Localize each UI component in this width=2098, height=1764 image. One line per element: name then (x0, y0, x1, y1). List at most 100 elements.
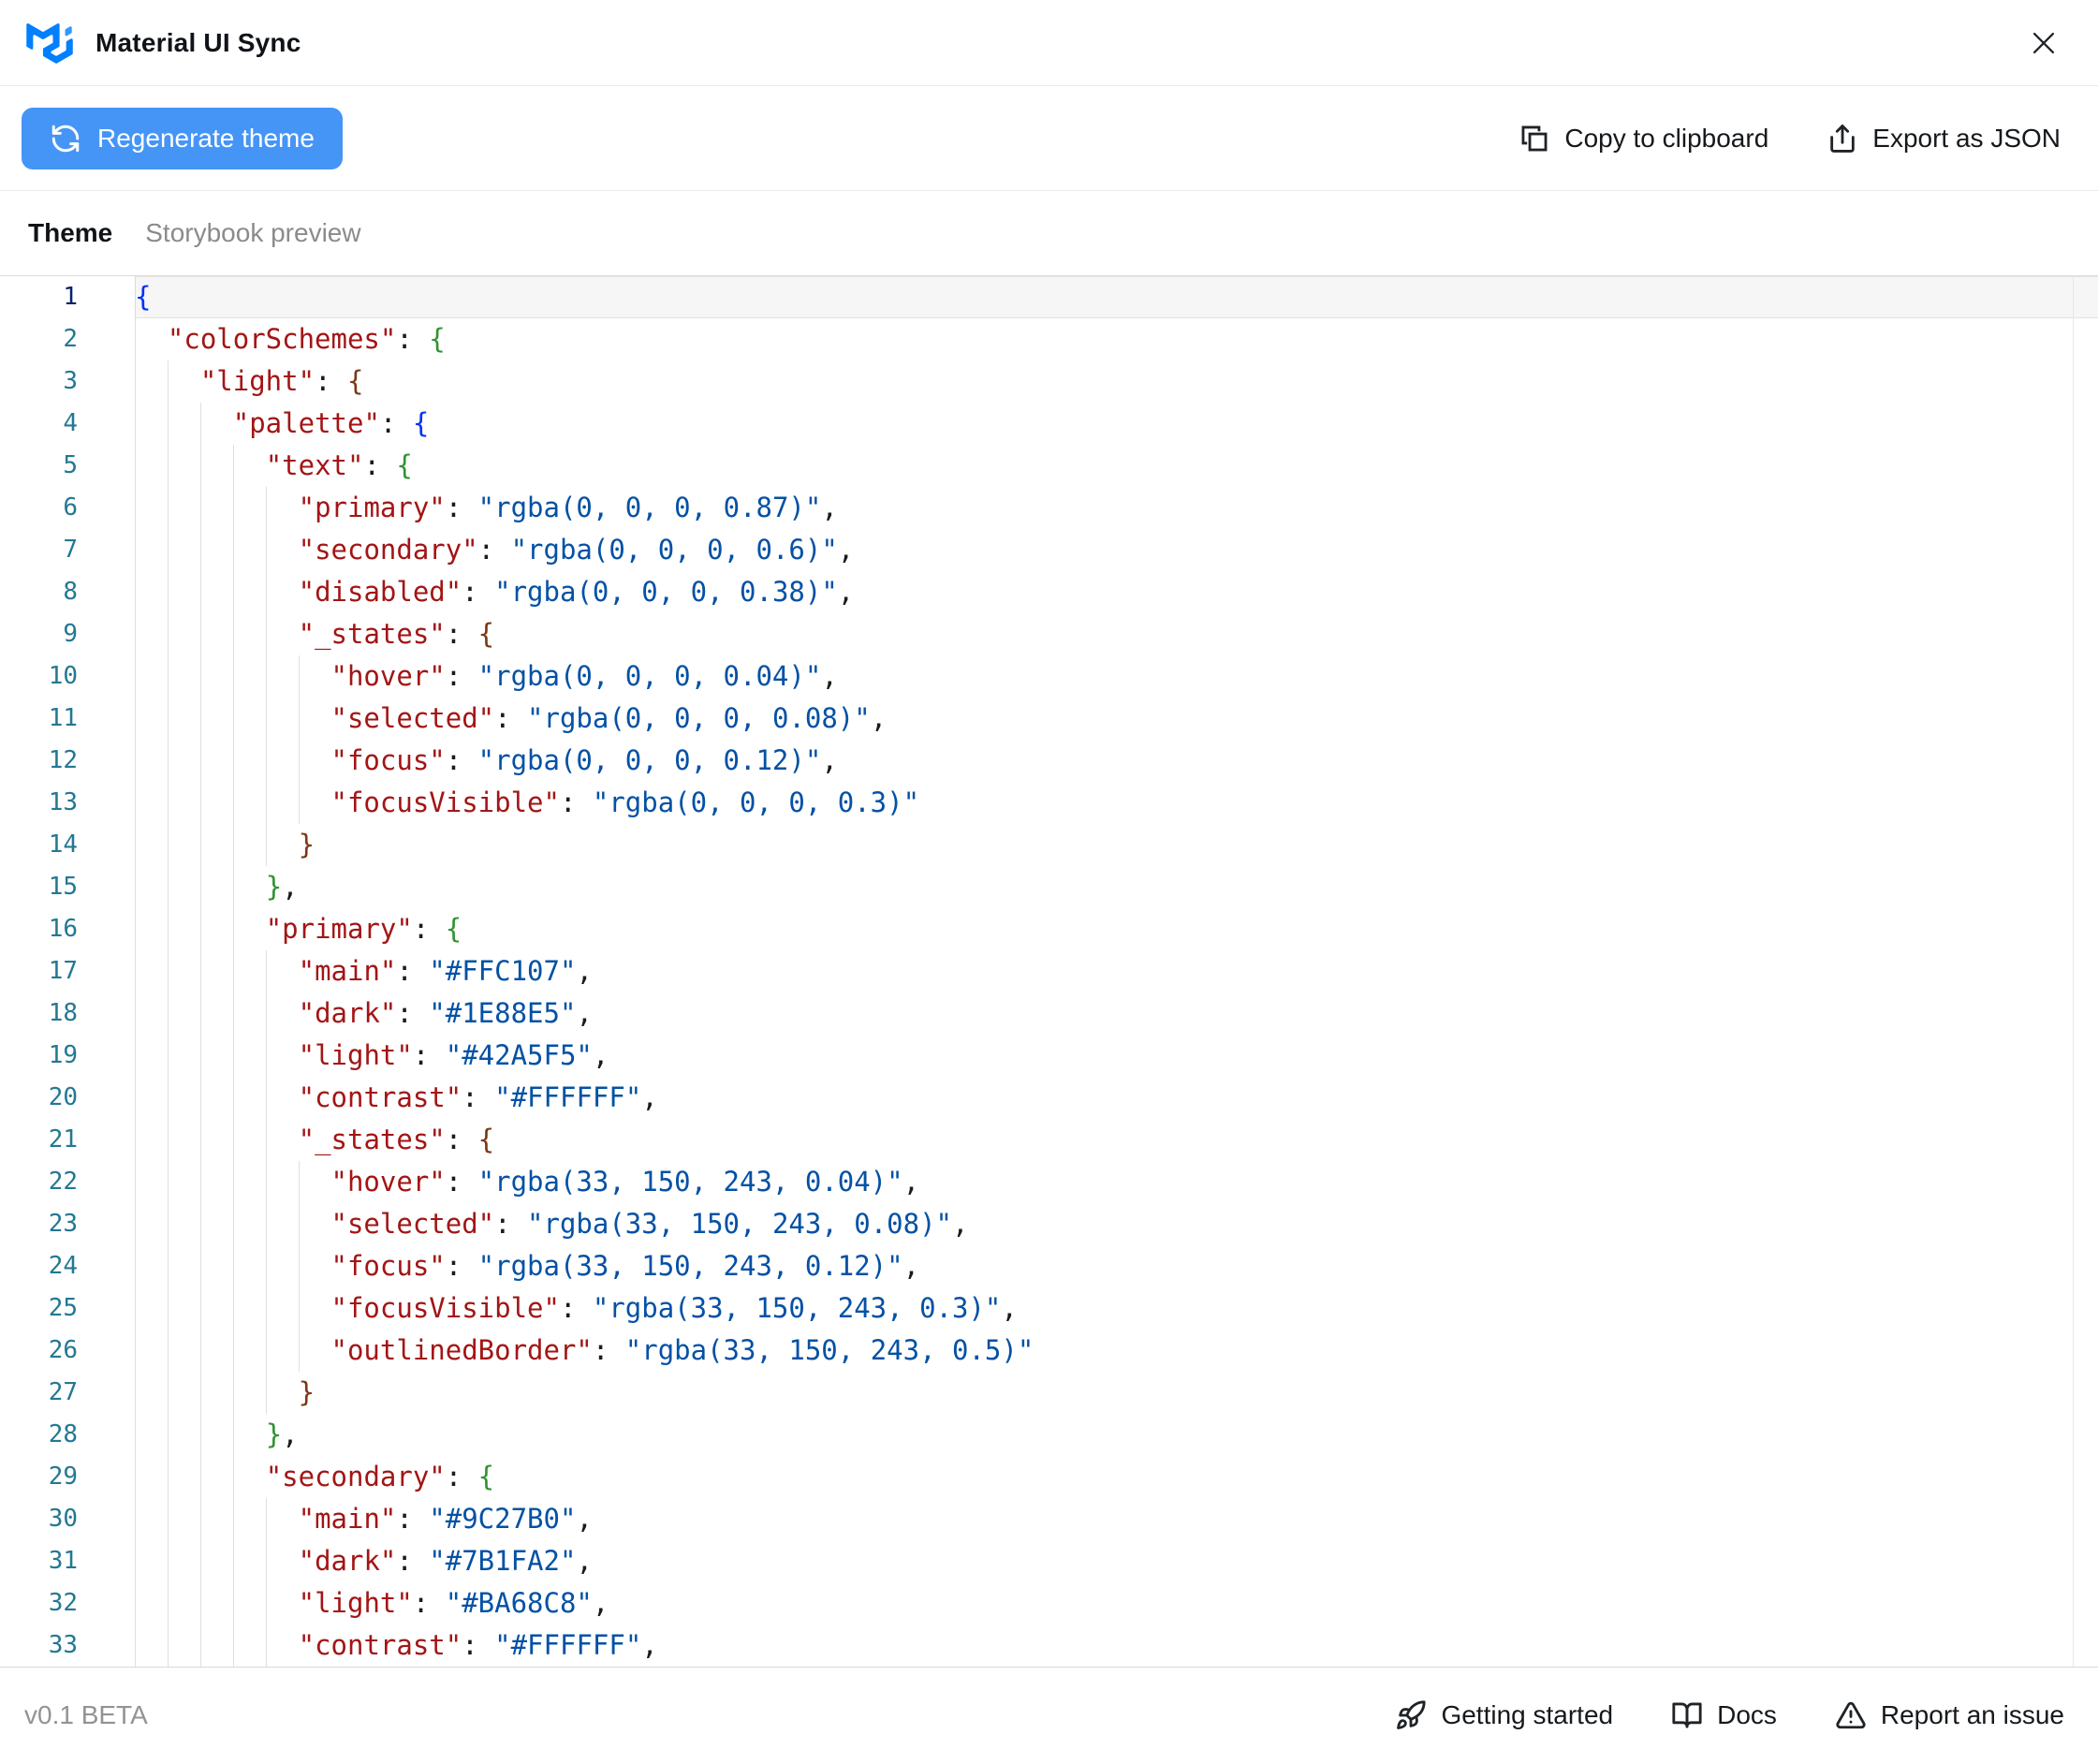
indent-guide (200, 782, 201, 824)
line-number: 21 (0, 1119, 135, 1161)
indent-guide (233, 1077, 234, 1119)
docs-link[interactable]: Docs (1671, 1699, 1777, 1731)
code-editor[interactable]: 1{2 "colorSchemes": {3 "light": {4 "pale… (0, 276, 2098, 1668)
indent-guide (233, 1203, 234, 1245)
code-line[interactable]: 18 "dark": "#1E88E5", (0, 992, 2098, 1035)
code-line[interactable]: 1{ (0, 276, 2098, 318)
code-line[interactable]: 25 "focusVisible": "rgba(33, 150, 243, 0… (0, 1287, 2098, 1330)
code-line[interactable]: 22 "hover": "rgba(33, 150, 243, 0.04)", (0, 1161, 2098, 1203)
code-line[interactable]: 31 "dark": "#7B1FA2", (0, 1540, 2098, 1582)
line-number: 26 (0, 1330, 135, 1372)
indent-guide (200, 1287, 201, 1330)
code-content: "light": "#BA68C8", (135, 1582, 2098, 1624)
code-line[interactable]: 28 }, (0, 1414, 2098, 1456)
code-line[interactable]: 12 "focus": "rgba(0, 0, 0, 0.12)", (0, 740, 2098, 782)
line-number: 10 (0, 655, 135, 698)
indent-guide (200, 1035, 201, 1077)
code-line[interactable]: 15 }, (0, 866, 2098, 908)
copy-to-clipboard-button[interactable]: Copy to clipboard (1518, 123, 1768, 154)
indent-guide (168, 1203, 169, 1245)
indent-guide (299, 1330, 300, 1372)
indent-guide (266, 613, 267, 655)
indent-guide (200, 1456, 201, 1498)
code-content: "primary": "rgba(0, 0, 0, 0.87)", (135, 487, 2098, 529)
indent-guide (135, 1498, 136, 1540)
indent-guide (168, 571, 169, 613)
code-line[interactable]: 10 "hover": "rgba(0, 0, 0, 0.04)", (0, 655, 2098, 698)
indent-guide (233, 950, 234, 992)
indent-guide (135, 318, 136, 360)
code-line[interactable]: 8 "disabled": "rgba(0, 0, 0, 0.38)", (0, 571, 2098, 613)
indent-guide (266, 698, 267, 740)
code-line[interactable]: 21 "_states": { (0, 1119, 2098, 1161)
header: Material UI Sync (0, 0, 2098, 86)
code-content: "light": { (135, 360, 2098, 403)
code-content: "_states": { (135, 613, 2098, 655)
line-number: 27 (0, 1372, 135, 1414)
getting-started-link[interactable]: Getting started (1395, 1699, 1613, 1731)
code-content: "contrast": "#FFFFFF", (135, 1077, 2098, 1119)
code-content: "selected": "rgba(0, 0, 0, 0.08)", (135, 698, 2098, 740)
tab-storybook-preview[interactable]: Storybook preview (145, 218, 360, 248)
line-number: 3 (0, 360, 135, 403)
indent-guide (168, 698, 169, 740)
refresh-icon (50, 123, 81, 154)
indent-guide (135, 908, 136, 950)
indent-guide (168, 487, 169, 529)
code-line[interactable]: 11 "selected": "rgba(0, 0, 0, 0.08)", (0, 698, 2098, 740)
code-line[interactable]: 19 "light": "#42A5F5", (0, 1035, 2098, 1077)
code-line[interactable]: 14 } (0, 824, 2098, 866)
regenerate-theme-button[interactable]: Regenerate theme (22, 108, 343, 169)
code-content: }, (135, 866, 2098, 908)
export-as-json-button[interactable]: Export as JSON (1827, 123, 2061, 154)
indent-guide (266, 1035, 267, 1077)
code-line[interactable]: 32 "light": "#BA68C8", (0, 1582, 2098, 1624)
code-line[interactable]: 33 "contrast": "#FFFFFF", (0, 1624, 2098, 1667)
code-content: }, (135, 1414, 2098, 1456)
indent-guide (200, 740, 201, 782)
code-line[interactable]: 5 "text": { (0, 445, 2098, 487)
indent-guide (266, 992, 267, 1035)
indent-guide (135, 950, 136, 992)
code-line[interactable]: 9 "_states": { (0, 613, 2098, 655)
code-line[interactable]: 29 "secondary": { (0, 1456, 2098, 1498)
indent-guide (266, 655, 267, 698)
line-number: 12 (0, 740, 135, 782)
code-line[interactable]: 4 "palette": { (0, 403, 2098, 445)
code-line[interactable]: 6 "primary": "rgba(0, 0, 0, 0.87)", (0, 487, 2098, 529)
code-line[interactable]: 27 } (0, 1372, 2098, 1414)
indent-guide (168, 1077, 169, 1119)
book-icon (1671, 1699, 1703, 1731)
code-line[interactable]: 16 "primary": { (0, 908, 2098, 950)
code-line[interactable]: 17 "main": "#FFC107", (0, 950, 2098, 992)
indent-guide (135, 403, 136, 445)
code-line[interactable]: 23 "selected": "rgba(33, 150, 243, 0.08)… (0, 1203, 2098, 1245)
code-line[interactable]: 30 "main": "#9C27B0", (0, 1498, 2098, 1540)
indent-guide (233, 1245, 234, 1287)
indent-guide (200, 403, 201, 445)
code-line[interactable]: 26 "outlinedBorder": "rgba(33, 150, 243,… (0, 1330, 2098, 1372)
code-line[interactable]: 24 "focus": "rgba(33, 150, 243, 0.12)", (0, 1245, 2098, 1287)
code-line[interactable]: 3 "light": { (0, 360, 2098, 403)
footer-links: Getting started Docs Report an issue (1395, 1699, 2064, 1731)
code-content: "focus": "rgba(33, 150, 243, 0.12)", (135, 1245, 2098, 1287)
report-issue-label: Report an issue (1881, 1700, 2064, 1730)
code-line[interactable]: 2 "colorSchemes": { (0, 318, 2098, 360)
indent-guide (266, 571, 267, 613)
close-button[interactable] (2023, 22, 2064, 64)
indent-guide (299, 740, 300, 782)
line-number: 30 (0, 1498, 135, 1540)
code-line[interactable]: 13 "focusVisible": "rgba(0, 0, 0, 0.3)" (0, 782, 2098, 824)
rocket-icon (1395, 1699, 1427, 1731)
line-number: 20 (0, 1077, 135, 1119)
tab-theme[interactable]: Theme (28, 218, 112, 248)
indent-guide (266, 824, 267, 866)
code-line[interactable]: 7 "secondary": "rgba(0, 0, 0, 0.6)", (0, 529, 2098, 571)
code-content: "secondary": { (135, 1456, 2098, 1498)
indent-guide (168, 1119, 169, 1161)
report-issue-link[interactable]: Report an issue (1835, 1699, 2064, 1731)
indent-guide (233, 866, 234, 908)
code-line[interactable]: 20 "contrast": "#FFFFFF", (0, 1077, 2098, 1119)
line-number: 11 (0, 698, 135, 740)
scrollbar-track[interactable] (2073, 276, 2074, 1667)
